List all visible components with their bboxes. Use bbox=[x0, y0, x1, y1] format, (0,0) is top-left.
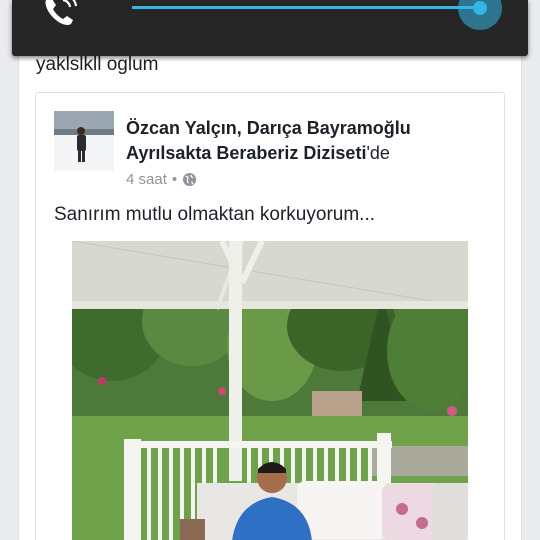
post-caption: yaklslkll oglum bbox=[36, 54, 159, 75]
avatar-image bbox=[54, 111, 114, 171]
globe-icon bbox=[183, 172, 197, 187]
shared-post-header: Özcan Yalçın, Darıça Bayramoğlu Ayrılsak… bbox=[126, 116, 496, 166]
volume-slider-thumb[interactable] bbox=[473, 1, 487, 15]
meta-separator: • bbox=[171, 171, 178, 188]
feed-background-right bbox=[522, 0, 540, 540]
post-photo[interactable] bbox=[72, 241, 468, 540]
phone-volume-icon bbox=[45, 0, 78, 25]
shared-post-text: Sanırım mutlu olmaktan korkuyorum... bbox=[54, 204, 375, 225]
author-avatar[interactable] bbox=[54, 111, 114, 171]
volume-slider-track[interactable] bbox=[132, 6, 480, 9]
feed-background-left bbox=[0, 0, 18, 540]
author-suffix: 'de bbox=[366, 143, 390, 163]
post-meta: 4 saat • bbox=[126, 171, 197, 188]
post-time[interactable]: 4 saat bbox=[126, 171, 167, 188]
gazebo-photo-image bbox=[72, 241, 468, 540]
